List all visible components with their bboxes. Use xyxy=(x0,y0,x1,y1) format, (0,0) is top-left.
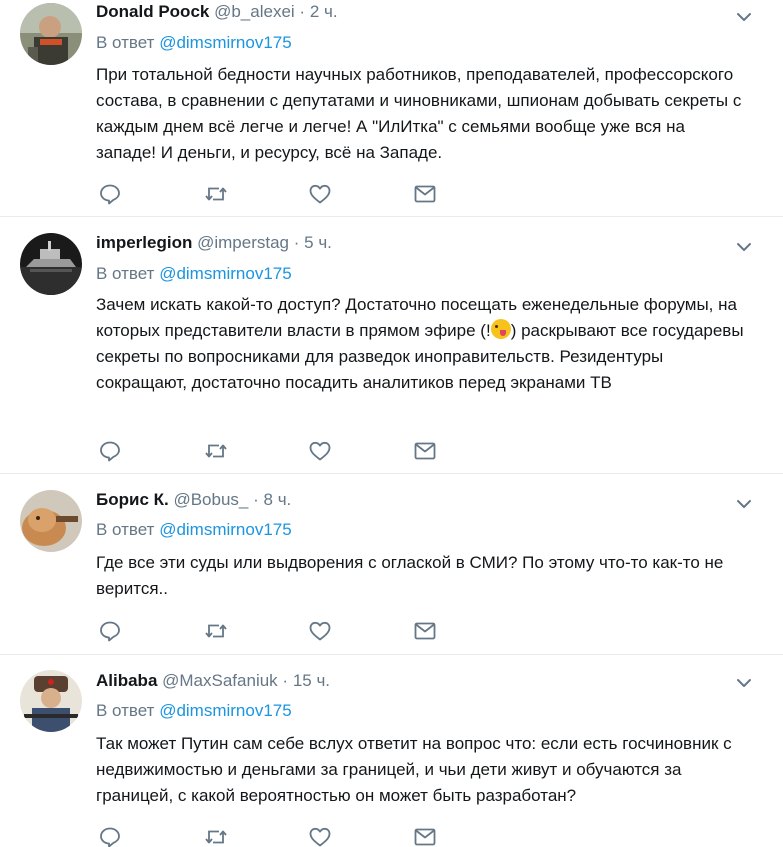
author-handle[interactable]: @imperstag xyxy=(197,233,289,252)
envelope-icon[interactable] xyxy=(413,825,437,847)
heart-icon[interactable] xyxy=(308,182,332,206)
reply-context: В ответ @dimsmirnov175 xyxy=(96,33,292,53)
author-name[interactable]: Alibaba xyxy=(96,671,157,690)
reply-prefix: В ответ xyxy=(96,520,155,539)
tweet-text: Где все эти суды или выдворения с огласк… xyxy=(96,553,724,598)
retweet-icon[interactable] xyxy=(204,439,228,463)
avatar[interactable] xyxy=(20,670,82,732)
author-name[interactable]: Борис К. xyxy=(96,490,169,509)
reply-icon[interactable] xyxy=(98,619,122,643)
reply-prefix: В ответ xyxy=(96,33,155,52)
avatar[interactable] xyxy=(20,490,82,552)
avatar[interactable] xyxy=(20,3,82,65)
reply-prefix: В ответ xyxy=(96,264,155,283)
heart-icon[interactable] xyxy=(308,439,332,463)
chevron-down-icon[interactable] xyxy=(735,238,753,256)
reply-icon[interactable] xyxy=(98,439,122,463)
timestamp[interactable]: 8 ч. xyxy=(264,490,292,509)
avatar[interactable] xyxy=(20,233,82,295)
envelope-icon[interactable] xyxy=(413,619,437,643)
chevron-down-icon[interactable] xyxy=(735,495,753,513)
author-name[interactable]: imperlegion xyxy=(96,233,192,252)
tweet-text: Так может Путин сам себе вслух ответит н… xyxy=(96,734,732,805)
avatar-image xyxy=(20,670,82,732)
tweet-text: При тотальной бедности научных работнико… xyxy=(96,65,742,162)
tweet-header: Donald Poock @b_alexei · 2 ч. xyxy=(96,2,338,22)
chevron-down-icon[interactable] xyxy=(735,674,753,692)
envelope-icon[interactable] xyxy=(413,439,437,463)
retweet-icon[interactable] xyxy=(204,619,228,643)
reply-mention-link[interactable]: @dimsmirnov175 xyxy=(159,264,292,283)
winking-tongue-emoji-icon xyxy=(490,319,511,339)
heart-icon[interactable] xyxy=(308,825,332,847)
reply-mention-link[interactable]: @dimsmirnov175 xyxy=(159,701,292,720)
envelope-icon[interactable] xyxy=(413,182,437,206)
tweet-header: Борис К. @Bobus_ · 8 ч. xyxy=(96,490,291,510)
author-handle[interactable]: @b_alexei xyxy=(214,2,295,21)
tweet-header: imperlegion @imperstag · 5 ч. xyxy=(96,233,332,253)
avatar-image xyxy=(20,3,82,65)
reply-context: В ответ @dimsmirnov175 xyxy=(96,264,292,284)
author-name[interactable]: Donald Poock xyxy=(96,2,209,21)
timestamp[interactable]: 2 ч. xyxy=(310,2,338,21)
retweet-icon[interactable] xyxy=(204,825,228,847)
separator: · xyxy=(299,2,306,21)
tweet-header: Alibaba @MaxSafaniuk · 15 ч. xyxy=(96,671,330,691)
chevron-down-icon[interactable] xyxy=(735,8,753,26)
reply-prefix: В ответ xyxy=(96,701,155,720)
timestamp[interactable]: 15 ч. xyxy=(293,671,330,690)
reply-icon[interactable] xyxy=(98,182,122,206)
timestamp[interactable]: 5 ч. xyxy=(304,233,332,252)
reply-icon[interactable] xyxy=(98,825,122,847)
reply-context: В ответ @dimsmirnov175 xyxy=(96,520,292,540)
separator: · xyxy=(282,671,289,690)
avatar-image xyxy=(20,233,82,295)
avatar-image xyxy=(20,490,82,552)
retweet-icon[interactable] xyxy=(204,182,228,206)
reply-mention-link[interactable]: @dimsmirnov175 xyxy=(159,520,292,539)
heart-icon[interactable] xyxy=(308,619,332,643)
reply-context: В ответ @dimsmirnov175 xyxy=(96,701,292,721)
author-handle[interactable]: @MaxSafaniuk xyxy=(162,671,278,690)
tweet[interactable]: Donald Poock @b_alexei · 2 ч. В ответ @d… xyxy=(0,0,783,217)
author-handle[interactable]: @Bobus_ xyxy=(173,490,248,509)
separator: · xyxy=(253,490,259,509)
separator: · xyxy=(293,233,300,252)
tweet[interactable]: Борис К. @Bobus_ · 8 ч. В ответ @dimsmir… xyxy=(0,475,783,655)
tweet[interactable]: imperlegion @imperstag · 5 ч. В ответ @d… xyxy=(0,218,783,474)
reply-mention-link[interactable]: @dimsmirnov175 xyxy=(159,33,292,52)
tweet-text: Зачем искать какой-то доступ? Достаточно… xyxy=(96,292,746,396)
tweet[interactable]: Alibaba @MaxSafaniuk · 15 ч. В ответ @di… xyxy=(0,656,783,847)
